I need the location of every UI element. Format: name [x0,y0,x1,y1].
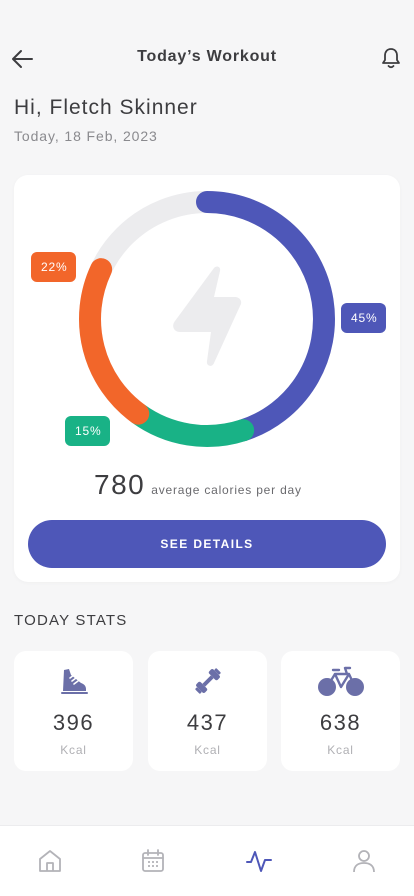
stat-card[interactable]: 396 Kcal [14,651,133,771]
stat-unit: Kcal [327,743,354,757]
nav-activity[interactable] [245,848,272,874]
app: Today’s Workout Hi, Fletch Skinner Today… [0,0,414,896]
greeting: Hi, Fletch Skinner [14,96,198,119]
nav-calendar[interactable] [140,848,166,874]
bicycle-icon [317,666,364,696]
activity-icon [246,851,272,872]
calendar-icon [142,849,164,872]
badge-green: 15% [65,416,110,446]
nav-home[interactable] [37,848,63,874]
header: Today’s Workout [0,0,414,100]
stat-unit: Kcal [60,743,87,757]
see-details-button[interactable]: SEE DETAILS [28,520,386,568]
calories-summary: 780 average calories per day [94,469,302,501]
notifications-button[interactable] [380,46,402,70]
stat-value: 396 [52,710,95,735]
nav-profile[interactable] [351,848,377,874]
bell-icon [382,48,400,69]
stat-value: 638 [319,710,362,735]
badge-orange: 22% [31,252,76,282]
calories-value: 780 [94,469,146,500]
calories-label: average calories per day [151,483,302,497]
stat-card[interactable]: 437 Kcal [148,651,267,771]
dumbbell-icon [194,668,221,694]
badge-blue: 45% [341,303,386,333]
profile-icon [353,850,375,873]
home-icon [39,850,61,872]
stat-unit: Kcal [194,743,221,757]
bottom-nav [0,825,414,896]
ring-segment-green [127,402,255,447]
stat-value: 437 [186,710,229,735]
calories-card: 22% 45% 15% 780 average calories per day… [14,175,400,582]
shoe-icon [60,669,88,694]
ring-segment-orange [79,258,150,425]
stat-card[interactable]: 638 Kcal [281,651,400,771]
date-label: Today, 18 Feb, 2023 [14,128,158,144]
stats-title: TODAY STATS [14,612,128,629]
lightning-icon [173,266,242,366]
page-title: Today’s Workout [137,48,277,65]
